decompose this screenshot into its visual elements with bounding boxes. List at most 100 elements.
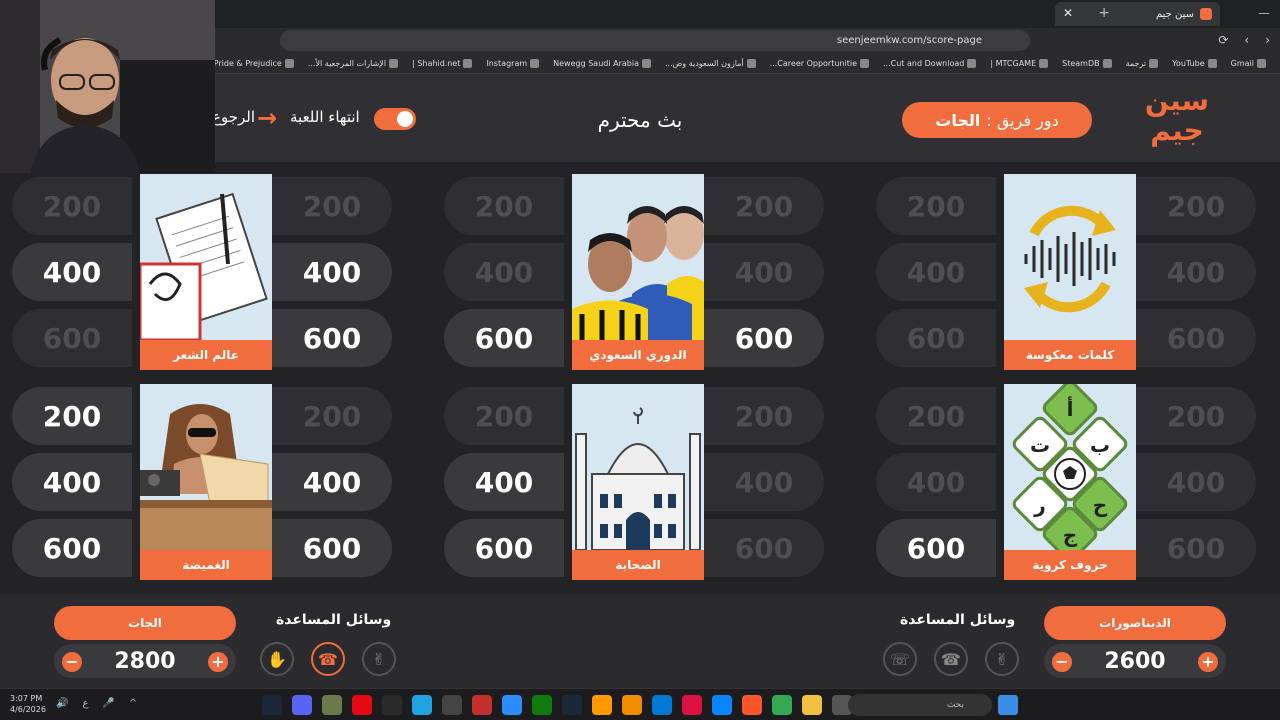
bookmark-item[interactable]: Newegg Saudi Arabia bbox=[553, 58, 651, 68]
microphone-icon[interactable]: 🎤 bbox=[102, 698, 114, 709]
windows-start-icon[interactable] bbox=[998, 695, 1018, 715]
question-value-button[interactable]: 400 bbox=[704, 453, 824, 511]
taskbar-app-icon[interactable] bbox=[472, 695, 492, 715]
taskbar-app-icon[interactable] bbox=[592, 695, 612, 715]
question-value-button[interactable]: 200 bbox=[12, 387, 132, 445]
question-value-button[interactable]: 600 bbox=[704, 309, 824, 367]
question-value-button[interactable]: 400 bbox=[1136, 453, 1256, 511]
question-value-button[interactable]: 200 bbox=[272, 177, 392, 235]
taskbar-app-icon[interactable] bbox=[412, 695, 432, 715]
taskbar-app-icon[interactable] bbox=[682, 695, 702, 715]
team-left-plus-button[interactable]: + bbox=[208, 652, 228, 672]
end-game-toggle[interactable] bbox=[374, 108, 416, 130]
taskbar-clock[interactable]: 3:07 PM 4/6/2026 bbox=[10, 693, 46, 715]
question-value-button[interactable]: 600 bbox=[272, 519, 392, 577]
question-value-button[interactable]: 200 bbox=[444, 177, 564, 235]
question-value-button[interactable]: 200 bbox=[1136, 387, 1256, 445]
call-friend-aid-icon[interactable]: ☏ bbox=[883, 642, 917, 676]
bookmark-item[interactable]: أمازون السعودية وض... bbox=[665, 58, 756, 68]
question-value-button[interactable]: 600 bbox=[272, 309, 392, 367]
category-card[interactable]: عالم الشعر bbox=[140, 174, 272, 370]
question-value-button[interactable]: 400 bbox=[876, 453, 996, 511]
forward-arrow-icon[interactable]: › bbox=[1265, 33, 1270, 47]
question-value-button[interactable]: 200 bbox=[876, 387, 996, 445]
question-value-button[interactable]: 200 bbox=[12, 177, 132, 235]
tray-expand-icon[interactable]: ^ bbox=[129, 698, 137, 709]
taskbar-app-icon[interactable] bbox=[502, 695, 522, 715]
question-value-button[interactable]: 600 bbox=[876, 309, 996, 367]
taskbar-app-icon[interactable] bbox=[622, 695, 642, 715]
category-card[interactable]: الدوري السعودي bbox=[572, 174, 704, 370]
question-value-button[interactable]: 400 bbox=[1136, 243, 1256, 301]
bookmark-item[interactable]: Gmail bbox=[1231, 58, 1266, 68]
bookmark-item[interactable]: Career Opportunitie... bbox=[770, 58, 869, 68]
taskbar-app-icon[interactable] bbox=[652, 695, 672, 715]
team-right-minus-button[interactable]: − bbox=[1052, 652, 1072, 672]
taskbar-app-icon[interactable] bbox=[352, 695, 372, 715]
bookmark-item[interactable]: YouTube bbox=[1172, 58, 1217, 68]
question-value-button[interactable]: 200 bbox=[1136, 177, 1256, 235]
question-value-button[interactable]: 600 bbox=[444, 309, 564, 367]
phone-aid-icon[interactable]: ☎ bbox=[934, 642, 968, 676]
reload-icon[interactable]: ⟳ bbox=[1218, 33, 1228, 47]
taskbar-app-icon[interactable] bbox=[292, 695, 312, 715]
taskbar-app-icon[interactable] bbox=[322, 695, 342, 715]
question-value-button[interactable]: 400 bbox=[876, 243, 996, 301]
taskbar-app-icon[interactable] bbox=[712, 695, 732, 715]
question-value-button[interactable]: 200 bbox=[704, 387, 824, 445]
taskbar-app-icon[interactable] bbox=[802, 695, 822, 715]
question-value-button[interactable]: 200 bbox=[876, 177, 996, 235]
question-value-button[interactable]: 600 bbox=[704, 519, 824, 577]
taskbar-app-icon[interactable] bbox=[562, 695, 582, 715]
language-indicator[interactable]: ع bbox=[82, 698, 88, 709]
close-tab-icon[interactable]: ✕ bbox=[1063, 6, 1073, 20]
back-arrow-icon[interactable]: ‹ bbox=[1244, 33, 1249, 47]
bookmark-item[interactable]: Instagram bbox=[486, 58, 540, 68]
taskbar-app-icon[interactable] bbox=[742, 695, 762, 715]
bookmark-item[interactable]: SteamDB bbox=[1062, 58, 1112, 68]
question-value-button[interactable]: 600 bbox=[1136, 309, 1256, 367]
question-value-button[interactable]: 400 bbox=[12, 453, 132, 511]
team-left-minus-button[interactable]: − bbox=[62, 652, 82, 672]
question-value-button[interactable]: 400 bbox=[444, 453, 564, 511]
call-friend-aid-icon[interactable]: ☎ bbox=[311, 642, 345, 676]
question-value-button[interactable]: 400 bbox=[704, 243, 824, 301]
question-value-button[interactable]: 400 bbox=[272, 243, 392, 301]
bookmark-item[interactable]: Cut and Download... bbox=[883, 58, 977, 68]
peace-aid-icon[interactable]: ✌ bbox=[362, 642, 396, 676]
category-card[interactable]: الصحابة bbox=[572, 384, 704, 580]
category-card[interactable]: الغميضة bbox=[140, 384, 272, 580]
bookmark-item[interactable]: الإشارات المرجعية الأ... bbox=[308, 58, 399, 68]
question-value-button[interactable]: 400 bbox=[444, 243, 564, 301]
browser-tab[interactable]: سين جيم ✕ bbox=[1055, 2, 1220, 26]
question-value-button[interactable]: 600 bbox=[1136, 519, 1256, 577]
category-card[interactable]: أ ت ب ر ح ج حروف كروية bbox=[1004, 384, 1136, 580]
taskbar-app-icon[interactable] bbox=[772, 695, 792, 715]
question-value-button[interactable]: 600 bbox=[12, 519, 132, 577]
hand-aid-icon[interactable]: ✋ bbox=[260, 642, 294, 676]
question-value-button[interactable]: 200 bbox=[704, 177, 824, 235]
question-value-button[interactable]: 600 bbox=[12, 309, 132, 367]
question-value-button[interactable]: 400 bbox=[12, 243, 132, 301]
back-arrow-icon[interactable]: → bbox=[257, 104, 277, 132]
question-value-button[interactable]: 400 bbox=[272, 453, 392, 511]
team-right-plus-button[interactable]: + bbox=[1198, 652, 1218, 672]
new-tab-icon[interactable]: + bbox=[1098, 5, 1110, 21]
peace-aid-icon[interactable]: ✌ bbox=[985, 642, 1019, 676]
end-game-button[interactable]: انتهاء اللعبة bbox=[290, 108, 360, 126]
taskbar-app-icon[interactable] bbox=[442, 695, 462, 715]
taskbar-app-icon[interactable] bbox=[262, 695, 282, 715]
question-value-button[interactable]: 200 bbox=[444, 387, 564, 445]
volume-icon[interactable]: 🔊 bbox=[56, 698, 68, 709]
taskbar-app-icon[interactable] bbox=[382, 695, 402, 715]
bookmark-item[interactable]: Shahid.net | bbox=[412, 58, 473, 68]
bookmark-item[interactable]: MTCGAME | bbox=[990, 58, 1049, 68]
category-card[interactable]: كلمات معكوسة bbox=[1004, 174, 1136, 370]
url-field[interactable]: seenjeemkw.com/score-page bbox=[280, 30, 1030, 51]
taskbar-app-icon[interactable] bbox=[532, 695, 552, 715]
question-value-button[interactable]: 600 bbox=[876, 519, 996, 577]
taskbar-search[interactable]: بحث bbox=[848, 694, 992, 716]
back-button[interactable]: الرجوع bbox=[212, 108, 255, 126]
question-value-button[interactable]: 600 bbox=[444, 519, 564, 577]
question-value-button[interactable]: 200 bbox=[272, 387, 392, 445]
